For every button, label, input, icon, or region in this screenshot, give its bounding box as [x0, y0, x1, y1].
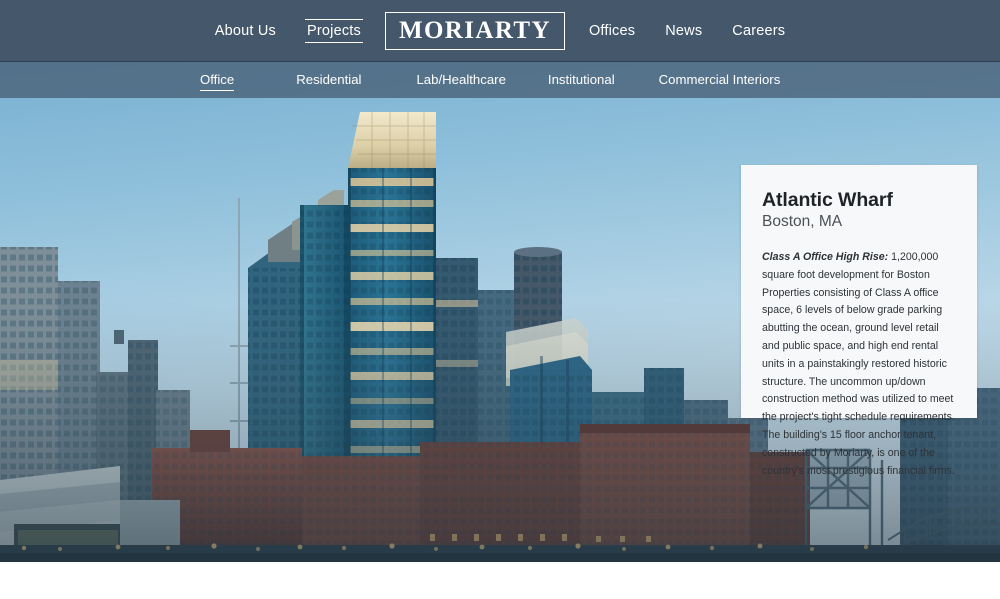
- project-info-card: Atlantic Wharf Boston, MA Class A Office…: [741, 165, 977, 477]
- sidebar-item-commercial-interiors[interactable]: Commercial Interiors: [659, 70, 781, 90]
- primary-nav: About Us Projects MORIARTY Offices News …: [0, 0, 1000, 61]
- project-description-lead: Class A Office High Rise:: [762, 251, 889, 264]
- project-description: Class A Office High Rise: 1,200,000 squa…: [762, 249, 955, 480]
- project-location: Boston, MA: [762, 213, 843, 231]
- nav-item-careers[interactable]: Careers: [730, 18, 787, 44]
- primary-nav-right-group: Offices News Careers: [587, 18, 787, 44]
- top-navigation-bar: About Us Projects MORIARTY Offices News …: [0, 0, 1000, 62]
- nav-item-projects[interactable]: Projects: [304, 18, 363, 43]
- sidebar-item-residential[interactable]: Residential: [296, 70, 361, 90]
- footer-spacer: [0, 562, 1000, 599]
- logo-wordmark: MORIARTY: [398, 16, 551, 44]
- nav-item-news[interactable]: News: [663, 18, 704, 44]
- category-nav: Office Residential Lab/Healthcare Instit…: [200, 62, 780, 98]
- category-nav-bar: Office Residential Lab/Healthcare Instit…: [0, 62, 1000, 98]
- page-root: About Us Projects MORIARTY Offices News …: [0, 0, 1000, 599]
- sidebar-item-institutional[interactable]: Institutional: [548, 70, 615, 90]
- sidebar-item-lab-healthcare[interactable]: Lab/Healthcare: [416, 70, 505, 90]
- site-logo[interactable]: MORIARTY: [384, 11, 565, 50]
- sidebar-item-office[interactable]: Office: [200, 70, 235, 91]
- project-title: Atlantic Wharf: [762, 189, 893, 211]
- project-description-text: 1,200,000 square foot development for Bo…: [762, 251, 955, 477]
- nav-item-about-us[interactable]: About Us: [213, 18, 278, 44]
- nav-item-offices[interactable]: Offices: [587, 18, 637, 44]
- primary-nav-left-group: About Us Projects: [213, 18, 363, 44]
